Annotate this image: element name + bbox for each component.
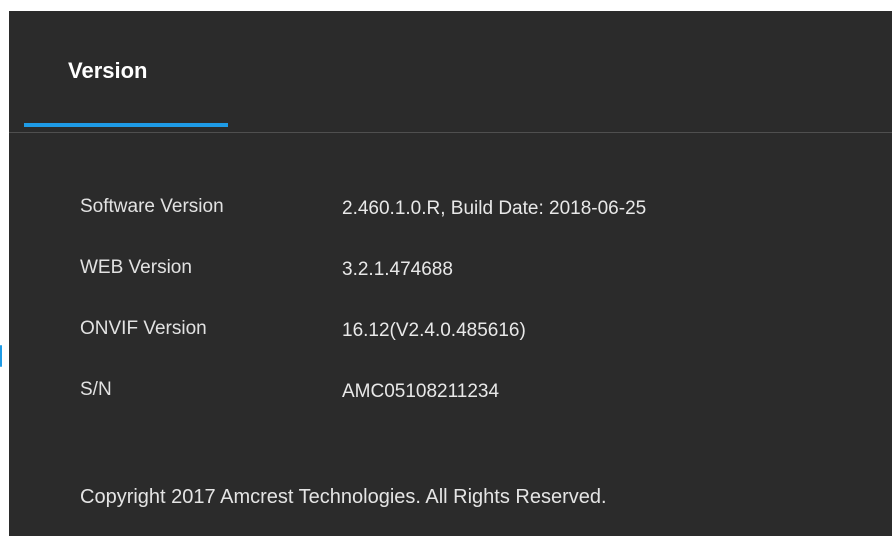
copyright-text: Copyright 2017 Amcrest Technologies. All… [80, 486, 607, 508]
tab-bar: Version [9, 11, 892, 133]
serial-number-row: S/N AMC05108211234 [80, 379, 860, 440]
page-edge-indicator [0, 345, 2, 367]
software-version-row: Software Version 2.460.1.0.R, Build Date… [80, 196, 860, 257]
serial-number-value: AMC05108211234 [342, 381, 500, 402]
version-info-list: Software Version 2.460.1.0.R, Build Date… [80, 196, 860, 440]
web-version-label: WEB Version [80, 257, 192, 278]
software-version-label: Software Version [80, 196, 224, 217]
serial-number-label: S/N [80, 379, 112, 400]
onvif-version-label: ONVIF Version [80, 318, 207, 339]
onvif-version-value: 16.12(V2.4.0.485616) [342, 320, 526, 341]
onvif-version-row: ONVIF Version 16.12(V2.4.0.485616) [80, 318, 860, 379]
web-version-row: WEB Version 3.2.1.474688 [80, 257, 860, 318]
active-tab-indicator [24, 123, 228, 127]
web-version-value: 3.2.1.474688 [342, 259, 453, 280]
software-version-value: 2.460.1.0.R, Build Date: 2018-06-25 [342, 198, 647, 219]
tab-version-label: Version [68, 58, 148, 83]
version-panel: Version Software Version 2.460.1.0.R, Bu… [9, 11, 892, 536]
tab-version[interactable]: Version [24, 11, 228, 132]
